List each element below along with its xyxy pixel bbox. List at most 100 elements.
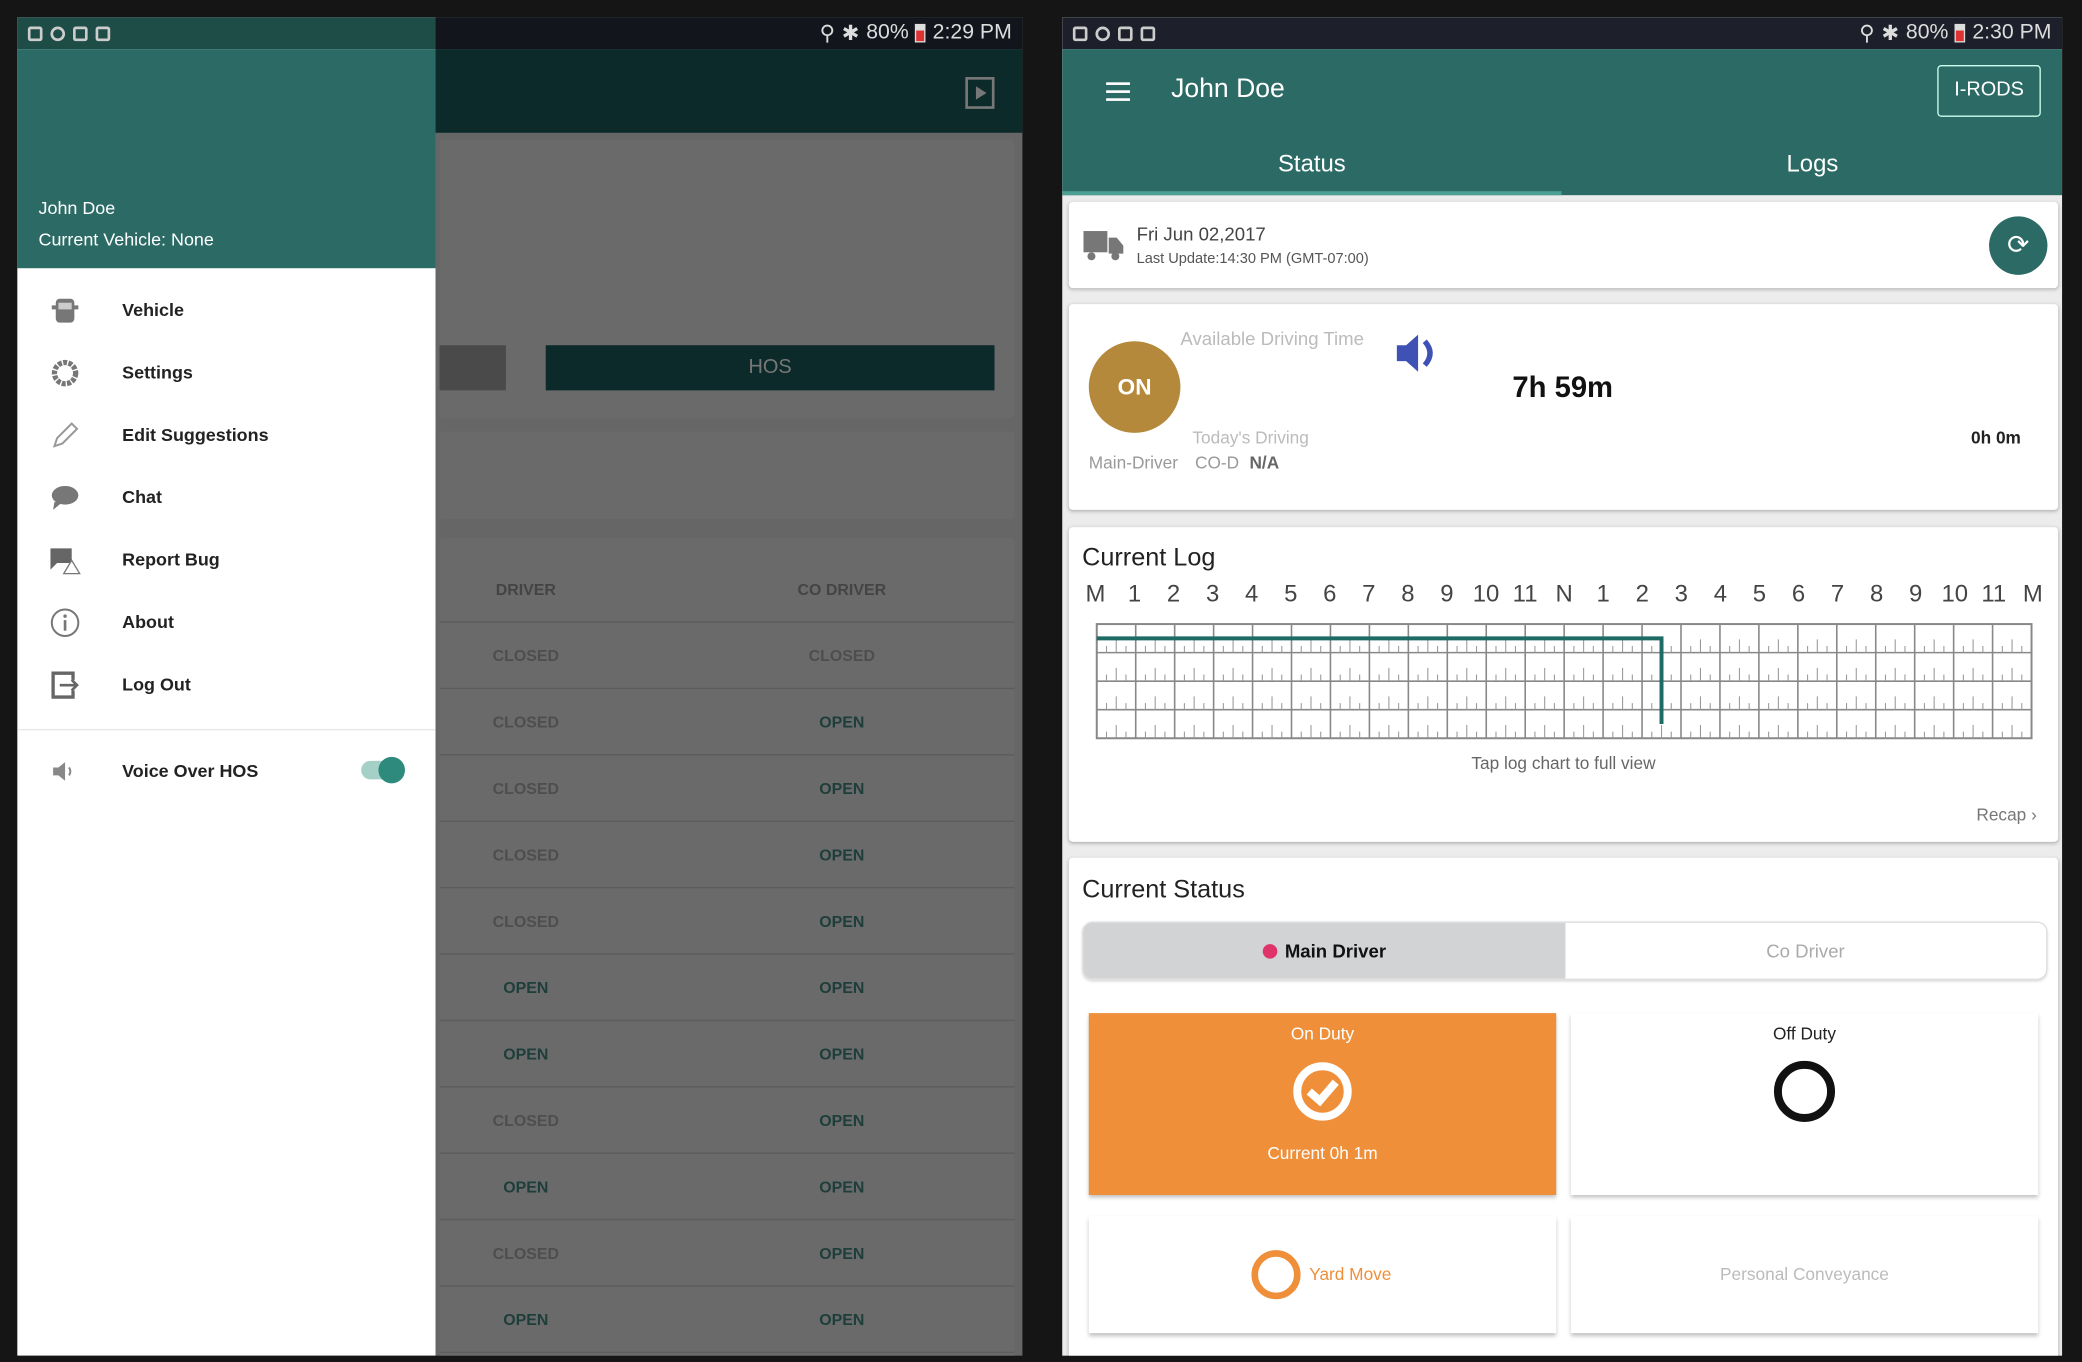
table-row: OPEN OPEN <box>439 1287 1015 1354</box>
hour-label: 11 <box>1981 580 2007 607</box>
tab-logs[interactable]: Logs <box>1563 133 2062 195</box>
menu-label: Voice Over HOS <box>122 760 259 781</box>
driver-table: DRIVER CO DRIVER CLOSED CLOSED CLOSED OPEN C… <box>439 537 1015 1356</box>
last-update: Last Update:14:30 PM (GMT-07:00) <box>1136 250 1369 267</box>
notification-icons <box>27 25 111 41</box>
current-vehicle: Current Vehicle: None <box>38 229 214 250</box>
menu-icon[interactable] <box>1106 81 1133 102</box>
personal-conveyance-label: Personal Conveyance <box>1720 1264 1889 1284</box>
main-driver-label: Main-Driver <box>1088 452 1178 473</box>
todays-value: 0h 0m <box>1971 427 2021 448</box>
segment-label: Main Driver <box>1284 940 1387 962</box>
speaker-icon[interactable] <box>1393 328 1443 378</box>
battery-icon <box>1955 23 1966 43</box>
app-bar: John Doe I-RODS Status Logs <box>1062 49 2063 196</box>
yard-move-tile[interactable]: Yard Move <box>1088 1216 1557 1334</box>
voice-over-toggle[interactable] <box>361 756 405 784</box>
menu-item-chat[interactable]: Chat <box>17 466 435 528</box>
menu-label: Chat <box>122 487 162 508</box>
hour-label: 7 <box>1362 580 1376 607</box>
available-label: Available Driving Time <box>1180 327 1364 350</box>
menu-item-log-out[interactable]: Log Out <box>17 653 435 715</box>
hour-label: 9 <box>1440 580 1454 607</box>
refresh-button[interactable]: ⟳ <box>1989 216 2048 275</box>
drawer-status-bar <box>17 17 436 50</box>
status-icons: ⚲ ✱ 80% 2:30 PM <box>1859 20 2051 47</box>
table-row: CLOSED OPEN <box>439 756 1015 822</box>
on-duty-tile[interactable]: On Duty Current 0h 1m <box>1088 1013 1557 1196</box>
co-driver-cell: OPEN <box>819 1044 865 1064</box>
table-row: OPEN OPEN <box>439 1154 1015 1221</box>
menu-item-vehicle[interactable]: Vehicle <box>17 279 435 341</box>
background-button[interactable] <box>439 345 506 391</box>
yard-move-circle-icon <box>1251 1250 1301 1300</box>
table-header: DRIVER CO DRIVER <box>439 556 1015 623</box>
table-row: CLOSED OPEN <box>439 822 1015 889</box>
video-icon[interactable] <box>964 76 996 111</box>
table-row: OPEN OPEN <box>439 1021 1015 1088</box>
menu-item-about[interactable]: About <box>17 591 435 653</box>
todays-label: Today's Driving <box>1192 427 1309 448</box>
log-hint: Tap log chart to full view <box>1471 752 1656 773</box>
hour-label: 8 <box>1401 580 1415 607</box>
left-screen: ⚲ ✱ 80% 2:29 PM HOS DRIVER CO DRIVER CLO… <box>17 17 1023 1356</box>
hour-label: M <box>1085 580 1106 607</box>
right-screen: ⚲ ✱ 80% 2:30 PM John Doe I-RODS Status L… <box>1062 17 2063 1356</box>
truck-icon <box>1083 231 1124 261</box>
on-duty-current: Current 0h 1m <box>1267 1143 1378 1164</box>
bluetooth-icon: ✱ <box>841 22 860 46</box>
menu-item-settings[interactable]: Settings <box>17 341 435 403</box>
page-title: John Doe <box>1171 74 1285 104</box>
current-status-title: Current Status <box>1082 876 1245 905</box>
location-icon: ⚲ <box>1859 22 1875 46</box>
hour-labels: M 1 2 3 4 5 6 7 8 9 10 11 N 1 2 3 4 5 6 7 8 9 10 11 M <box>1085 580 2042 609</box>
gear-icon <box>51 359 79 386</box>
hour-label: 10 <box>1941 580 1969 607</box>
co-driver-cell: OPEN <box>819 978 865 998</box>
log-chart[interactable] <box>1095 623 2033 740</box>
driver-segmented-control: Main Driver Co Driver <box>1082 921 2048 980</box>
menu-label: Log Out <box>122 674 191 695</box>
hour-label: 5 <box>1284 580 1298 607</box>
hour-label: 6 <box>1323 580 1337 607</box>
available-value: 7h 59m <box>1512 370 1614 404</box>
co-driver-cell: OPEN <box>819 713 865 732</box>
hour-label: 1 <box>1596 580 1610 607</box>
segment-main-driver[interactable]: Main Driver <box>1083 922 1565 979</box>
current-log-card[interactable]: Current Log M 1 2 3 4 5 6 7 8 9 10 11 N 1 2 3 4 5 6 7 8 9 10 11… <box>1068 527 2059 842</box>
hour-label: 5 <box>1752 580 1767 607</box>
menu-item-report-bug[interactable]: Report Bug <box>17 528 435 590</box>
off-duty-tile[interactable]: Off Duty <box>1570 1013 2039 1196</box>
status-bar: ⚲ ✱ 80% 2:30 PM <box>1062 17 2063 50</box>
date-card: Fri Jun 02,2017 Last Update:14:30 PM (GM… <box>1068 201 2059 289</box>
hos-button[interactable]: HOS <box>545 345 995 391</box>
hour-label: 7 <box>1830 580 1845 607</box>
bluetooth-icon: ✱ <box>1881 22 1900 46</box>
recap-link[interactable]: Recap › <box>1976 805 2036 825</box>
tab-status[interactable]: Status <box>1062 133 1562 196</box>
personal-conveyance-tile[interactable]: Personal Conveyance <box>1570 1216 2039 1334</box>
current-log-title: Current Log <box>1082 544 1216 573</box>
hour-label: 10 <box>1472 580 1500 607</box>
irods-button[interactable]: I-RODS <box>1937 65 2041 117</box>
current-status-card: Current Status Main Driver Co Driver On … <box>1068 857 2059 1356</box>
hour-label: 4 <box>1244 580 1259 607</box>
co-driver-cell: CLOSED <box>808 646 876 666</box>
hour-label: 2 <box>1166 580 1181 607</box>
driving-time-card: ON Available Driving Time 7h 59m Today's… <box>1068 304 2059 510</box>
clock: 2:30 PM <box>1972 21 2052 44</box>
menu-label: Report Bug <box>122 549 220 570</box>
hour-label: 2 <box>1635 580 1649 607</box>
navigation-drawer: John Doe Current Vehicle: None Vehicle S… <box>17 17 436 1356</box>
co-driver-cell: OPEN <box>819 845 865 865</box>
segment-co-driver[interactable]: Co Driver <box>1564 922 2047 979</box>
menu-item-edit-suggestions[interactable]: Edit Suggestions <box>17 404 435 466</box>
yard-move-label: Yard Move <box>1309 1264 1392 1284</box>
co-driver-cell: OPEN <box>819 912 865 931</box>
co-driver-cell: OPEN <box>819 1111 865 1130</box>
chevron-right-icon: › <box>2031 804 2037 825</box>
table-row: CLOSED OPEN <box>439 1087 1015 1154</box>
refresh-icon: ⟳ <box>2007 231 2030 261</box>
table-row: CLOSED OPEN <box>439 888 1015 955</box>
clock: 2:29 PM <box>932 21 1012 44</box>
